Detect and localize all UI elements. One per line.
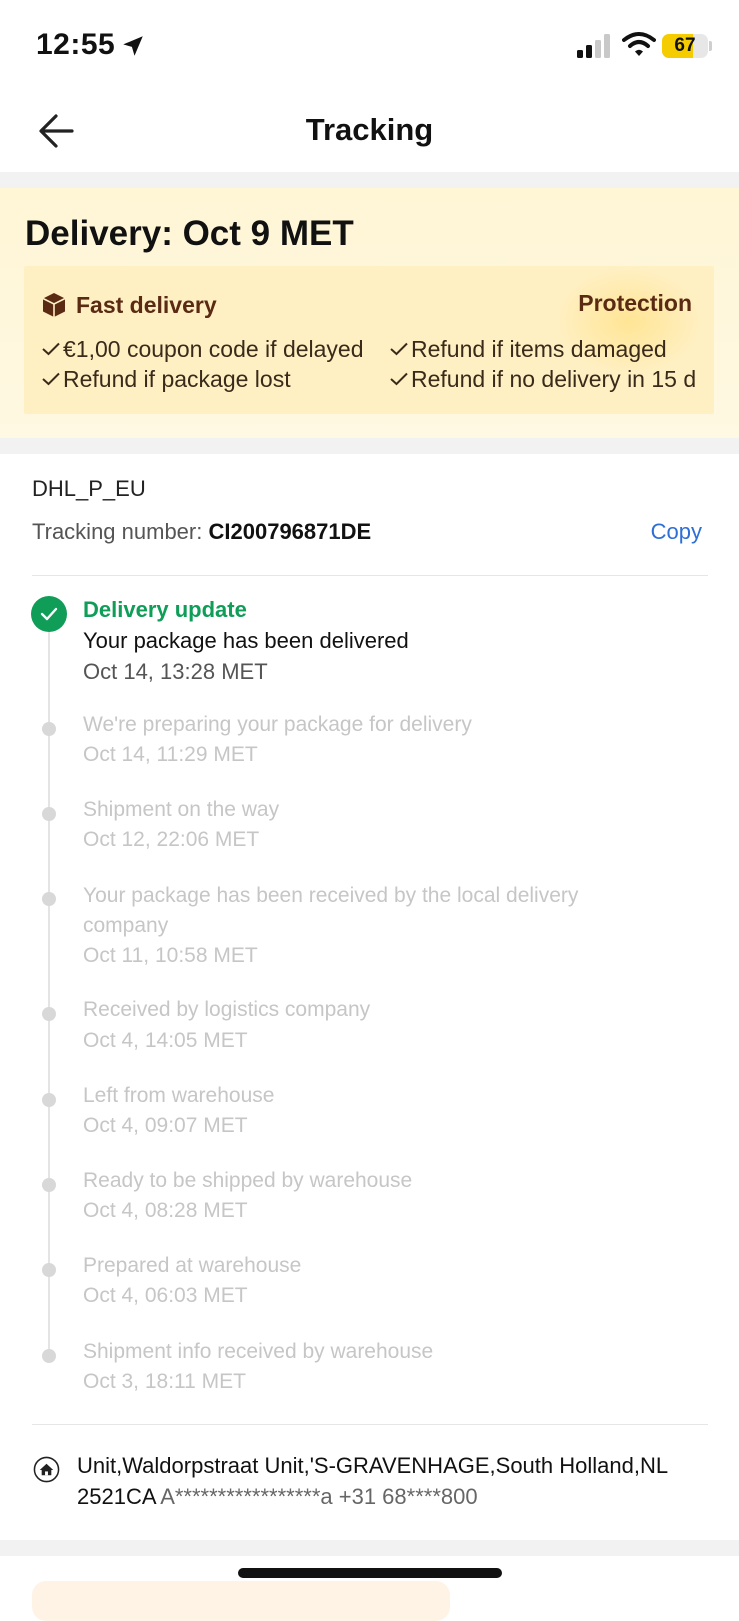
battery-level: 67 <box>674 35 696 56</box>
delivery-date-title: Delivery: Oct 9 MET <box>25 214 354 253</box>
address-masked-contact: A*****************a +31 68****800 <box>160 1484 478 1509</box>
timeline-dot <box>42 1178 56 1192</box>
event-time: Oct 4, 08:28 MET <box>83 1199 248 1222</box>
page-title: Tracking <box>305 112 434 147</box>
divider <box>32 1424 708 1425</box>
event-time: Oct 3, 18:11 MET <box>83 1370 247 1393</box>
event-time: Oct 14, 13:28 MET <box>83 659 268 684</box>
event-title: Received by logistics company <box>83 998 371 1021</box>
benefit-text: Refund if no delivery in 15 d <box>411 366 697 392</box>
timeline-dot <box>42 722 56 736</box>
section-separator <box>0 438 739 454</box>
divider <box>32 575 708 576</box>
delivery-banner: Delivery: Oct 9 MET Fast delivery Protec… <box>0 188 739 438</box>
tracking-number: CI200796871DE <box>208 519 372 544</box>
protection-card[interactable]: Fast delivery Protection €1,00 coupon co… <box>24 266 714 414</box>
event-time: Oct 4, 14:05 MET <box>83 1029 248 1052</box>
battery-indicator: 67 <box>662 34 708 58</box>
timeline-dot <box>42 807 56 821</box>
benefit-lost: Refund if package lost <box>41 366 291 393</box>
bottom-card[interactable] <box>32 1581 450 1621</box>
home-icon <box>33 1456 60 1483</box>
event-time: Oct 14, 11:29 MET <box>83 743 258 766</box>
timeline-line <box>48 608 50 1358</box>
event-title: Ready to be shipped by warehouse <box>83 1169 413 1192</box>
fast-delivery-label: Fast delivery <box>76 292 217 318</box>
timeline-dot <box>42 1263 56 1277</box>
benefit-no-delivery: Refund if no delivery in 15 d <box>389 366 696 393</box>
event-status: Delivery update <box>83 597 247 622</box>
event-time: Oct 4, 06:03 MET <box>83 1284 248 1307</box>
event-title: We're preparing your package for deliver… <box>83 713 472 736</box>
copy-button[interactable]: Copy <box>651 519 702 545</box>
home-indicator <box>238 1568 502 1578</box>
benefit-text: €1,00 coupon code if delayed <box>63 336 364 362</box>
timeline-dot <box>42 892 56 906</box>
timeline-dot <box>42 1007 56 1021</box>
event-title: Shipment on the way <box>83 798 280 821</box>
wifi-icon <box>622 32 656 56</box>
section-separator <box>0 1540 739 1556</box>
battery-cap <box>709 41 712 51</box>
delivery-address: Unit,Waldorpstraat Unit,'S-GRAVENHAGE,So… <box>77 1450 717 1512</box>
benefit-text: Refund if package lost <box>63 366 291 392</box>
check-icon <box>42 372 60 386</box>
protection-label: Protection <box>578 290 692 316</box>
event-title: Prepared at warehouse <box>83 1254 302 1277</box>
section-separator <box>0 172 739 188</box>
event-time: Oct 4, 09:07 MET <box>83 1114 248 1137</box>
event-title: Shipment info received by warehouse <box>83 1340 434 1363</box>
event-time: Oct 11, 10:58 MET <box>83 944 258 967</box>
check-icon <box>390 372 408 386</box>
event-title: Left from warehouse <box>83 1084 275 1107</box>
check-icon <box>390 342 408 356</box>
carrier-name: DHL_P_EU <box>32 476 146 501</box>
status-bar: 12:55 67 <box>0 0 739 92</box>
signal-icon <box>577 34 610 58</box>
event-title: Your package has been delivered <box>83 628 409 653</box>
status-time: 12:55 <box>36 28 116 61</box>
tracking-number-row: Tracking number: CI200796871DE <box>32 519 371 545</box>
header: Tracking <box>0 92 739 172</box>
tracking-number-label: Tracking number: <box>32 519 203 544</box>
event-title: Your package has been received by the lo… <box>83 884 579 937</box>
benefit-coupon: €1,00 coupon code if delayed <box>41 336 364 363</box>
benefit-damaged: Refund if items damaged <box>389 336 667 363</box>
check-icon <box>42 342 60 356</box>
benefit-text: Refund if items damaged <box>411 336 667 362</box>
delivered-check-icon <box>31 596 67 632</box>
package-icon <box>42 293 66 317</box>
timeline-dot <box>42 1349 56 1363</box>
event-time: Oct 12, 22:06 MET <box>83 828 260 851</box>
timeline-dot <box>42 1093 56 1107</box>
location-arrow-icon <box>123 36 143 56</box>
